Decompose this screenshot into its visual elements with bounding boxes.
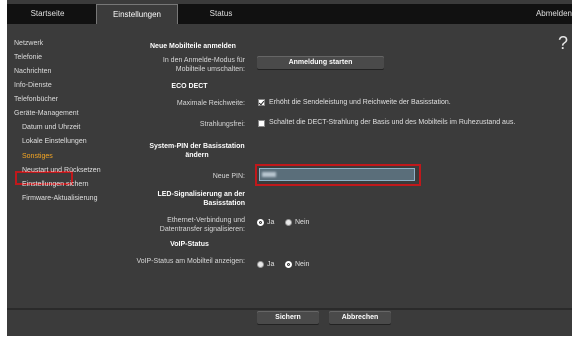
- register-heading: Neue Mobilteile anmelden: [150, 43, 236, 50]
- sidebar-item-netzwerk[interactable]: Netzwerk: [14, 39, 43, 49]
- tab-status[interactable]: Status: [180, 4, 262, 24]
- ethernet-signal-label: Ethernet-Verbindung und Datentransfer si…: [159, 217, 245, 233]
- save-button[interactable]: Sichern: [257, 311, 319, 324]
- voip-status-heading: VoIP-Status: [170, 241, 209, 248]
- tab-startseite[interactable]: Startseite: [7, 4, 88, 24]
- sidebar: Netzwerk Telefonie Nachrichten Info-Dien…: [7, 24, 134, 336]
- sidebar-item-nachrichten[interactable]: Nachrichten: [14, 67, 51, 77]
- sidebar-item-info-dienste[interactable]: Info-Dienste: [14, 81, 52, 91]
- radiation-free-description: Schaltet die DECT-Strahlung der Basis un…: [269, 119, 516, 126]
- sidebar-subitem-lokale-einstellungen[interactable]: Lokale Einstellungen: [22, 137, 87, 147]
- radiation-free-label: Strahlungsfrei:: [199, 121, 245, 128]
- sidebar-subitem-neustart[interactable]: Neustart und Rücksetzen: [22, 166, 101, 176]
- new-pin-input[interactable]: [259, 168, 415, 181]
- system-pin-heading: System-PIN der Basisstation ändern: [149, 143, 245, 159]
- ethernet-yes-label: Ja: [267, 219, 275, 226]
- eco-dect-heading: ECO DECT: [171, 83, 208, 90]
- sidebar-subitem-einstellungen-sichern[interactable]: Einstellungen sichern: [22, 180, 89, 190]
- led-heading: LED-Signalisierung an der Basisstation: [157, 191, 245, 207]
- radiation-free-checkbox[interactable]: [258, 120, 265, 127]
- voip-yes-radio[interactable]: [257, 261, 264, 268]
- logout-link[interactable]: Abmelden: [536, 4, 572, 24]
- top-navigation-bar: [7, 4, 572, 24]
- ethernet-no-label: Nein: [295, 219, 310, 226]
- sidebar-subitem-firmware[interactable]: Firmware-Aktualisierung: [22, 194, 97, 204]
- sidebar-item-telefonie[interactable]: Telefonie: [14, 53, 42, 63]
- cancel-button[interactable]: Abbrechen: [329, 311, 391, 324]
- settings-content: Neue Mobilteile anmelden In den Anmelde-…: [134, 24, 572, 336]
- voip-yes-label: Ja: [267, 261, 275, 268]
- sidebar-subitem-sonstiges[interactable]: Sonstiges: [22, 152, 53, 162]
- sidebar-item-telefonbuecher[interactable]: Telefonbücher: [14, 95, 58, 105]
- max-range-label: Maximale Reichweite:: [176, 100, 245, 107]
- app-frame: Startseite Einstellungen Status Abmelden…: [7, 0, 572, 336]
- bottom-divider: [7, 308, 572, 310]
- tab-einstellungen[interactable]: Einstellungen: [96, 4, 178, 24]
- pin-redacted-value: [262, 172, 276, 177]
- sidebar-item-geraete-management[interactable]: Geräte-Management: [14, 109, 79, 119]
- ethernet-no-radio[interactable]: [285, 219, 292, 226]
- max-range-description: Erhöht die Sendeleistung und Reichweite …: [269, 99, 451, 106]
- voip-no-label: Nein: [295, 261, 310, 268]
- start-registration-button[interactable]: Anmeldung starten: [257, 56, 384, 69]
- new-pin-label: Neue PIN:: [212, 173, 245, 180]
- ethernet-yes-radio[interactable]: [257, 219, 264, 226]
- voip-status-label: VoIP-Status am Mobilteil anzeigen:: [136, 258, 245, 265]
- register-label: In den Anmelde-Modus für Mobilteile umsc…: [162, 57, 245, 73]
- voip-no-radio[interactable]: [285, 261, 292, 268]
- max-range-checkbox[interactable]: [258, 99, 265, 106]
- sidebar-subitem-datum-uhrzeit[interactable]: Datum und Uhrzeit: [22, 123, 80, 133]
